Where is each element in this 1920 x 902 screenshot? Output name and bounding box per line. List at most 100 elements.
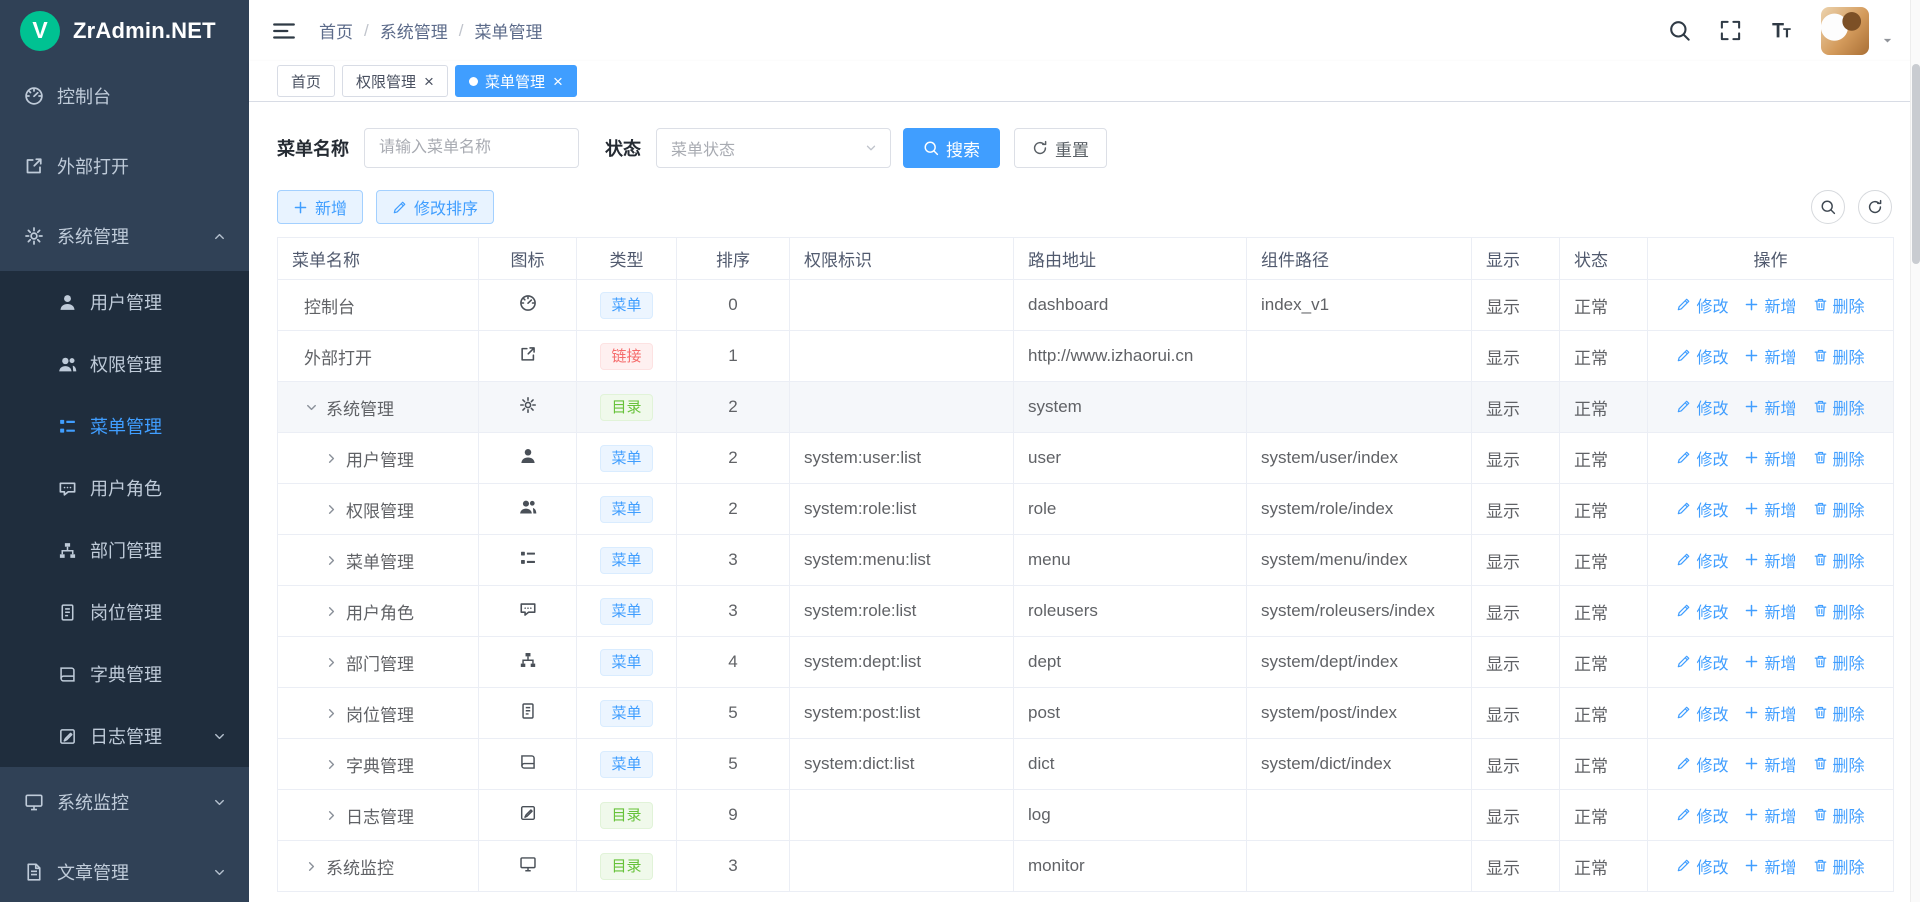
row-delete-button[interactable]: 删除 xyxy=(1813,293,1865,317)
reset-button[interactable]: 重置 xyxy=(1014,128,1107,168)
status-select[interactable]: 菜单状态 xyxy=(656,128,891,168)
chevron-right-icon[interactable] xyxy=(324,553,339,568)
sidebar-item-system[interactable]: 系统管理 xyxy=(0,201,249,271)
row-delete-button[interactable]: 删除 xyxy=(1813,599,1865,623)
chevron-right-icon[interactable] xyxy=(324,757,339,772)
row-add-button[interactable]: 新增 xyxy=(1744,344,1796,368)
add-button[interactable]: 新增 xyxy=(277,190,363,224)
sidebar-item-role[interactable]: 权限管理 xyxy=(0,333,249,395)
chevron-right-icon[interactable] xyxy=(324,706,339,721)
row-add-button[interactable]: 新增 xyxy=(1744,650,1796,674)
row-add-button[interactable]: 新增 xyxy=(1744,599,1796,623)
table-row[interactable]: 控制台菜单0dashboardindex_v1显示正常修改新增删除 xyxy=(278,280,1894,331)
breadcrumb-item[interactable]: 首页 xyxy=(319,18,353,43)
row-add-button[interactable]: 新增 xyxy=(1744,293,1796,317)
row-delete-button[interactable]: 删除 xyxy=(1813,344,1865,368)
app-logo[interactable]: V ZrAdmin.NET xyxy=(0,0,249,61)
table-search-button[interactable] xyxy=(1811,190,1845,224)
sidebar-item-user[interactable]: 用户管理 xyxy=(0,271,249,333)
chevron-right-icon[interactable] xyxy=(324,808,339,823)
row-edit-button[interactable]: 修改 xyxy=(1676,293,1728,317)
table-row[interactable]: 菜单管理菜单3system:menu:listmenusystem/menu/i… xyxy=(278,535,1894,586)
row-delete-button[interactable]: 删除 xyxy=(1813,803,1865,827)
row-delete-button[interactable]: 删除 xyxy=(1813,497,1865,521)
fullscreen-icon[interactable] xyxy=(1719,19,1742,42)
cell-name: 控制台 xyxy=(278,280,479,331)
breadcrumb-item[interactable]: 菜单管理 xyxy=(474,18,542,43)
sidebar-item-menu[interactable]: 菜单管理 xyxy=(0,395,249,457)
row-edit-button[interactable]: 修改 xyxy=(1676,497,1728,521)
chevron-right-icon[interactable] xyxy=(324,655,339,670)
sidebar-item-article[interactable]: 文章管理 xyxy=(0,837,249,902)
chevron-right-icon[interactable] xyxy=(304,859,319,874)
tab-role[interactable]: 权限管理× xyxy=(342,65,448,97)
row-edit-button[interactable]: 修改 xyxy=(1676,803,1728,827)
table-row[interactable]: 部门管理菜单4system:dept:listdeptsystem/dept/i… xyxy=(278,637,1894,688)
row-add-button[interactable]: 新增 xyxy=(1744,752,1796,776)
chevron-right-icon[interactable] xyxy=(324,451,339,466)
table-row[interactable]: 用户管理菜单2system:user:listusersystem/user/i… xyxy=(278,433,1894,484)
table-row[interactable]: 系统监控目录3monitor显示正常修改新增删除 xyxy=(278,841,1894,892)
search-icon[interactable] xyxy=(1668,19,1691,42)
sidebar-item-dept[interactable]: 部门管理 xyxy=(0,519,249,581)
row-add-button[interactable]: 新增 xyxy=(1744,548,1796,572)
row-delete-button[interactable]: 删除 xyxy=(1813,701,1865,725)
row-add-button[interactable]: 新增 xyxy=(1744,803,1796,827)
cell-perm xyxy=(790,790,1014,841)
row-add-button[interactable]: 新增 xyxy=(1744,395,1796,419)
row-delete-button[interactable]: 删除 xyxy=(1813,548,1865,572)
row-edit-button[interactable]: 修改 xyxy=(1676,650,1728,674)
row-delete-button[interactable]: 删除 xyxy=(1813,395,1865,419)
breadcrumb-item[interactable]: 系统管理 xyxy=(380,18,448,43)
row-add-button[interactable]: 新增 xyxy=(1744,854,1796,878)
table-row[interactable]: 权限管理菜单2system:role:listrolesystem/role/i… xyxy=(278,484,1894,535)
row-delete-button[interactable]: 删除 xyxy=(1813,446,1865,470)
row-delete-label: 删除 xyxy=(1833,854,1865,878)
sidebar-item-roleusers[interactable]: 用户角色 xyxy=(0,457,249,519)
sidebar-item-monitor[interactable]: 系统监控 xyxy=(0,767,249,837)
table-row[interactable]: 外部打开链接1http://www.izhaorui.cn显示正常修改新增删除 xyxy=(278,331,1894,382)
avatar-caret-icon[interactable] xyxy=(1881,34,1894,47)
row-add-button[interactable]: 新增 xyxy=(1744,446,1796,470)
row-edit-button[interactable]: 修改 xyxy=(1676,395,1728,419)
row-edit-button[interactable]: 修改 xyxy=(1676,752,1728,776)
row-add-button[interactable]: 新增 xyxy=(1744,701,1796,725)
tab-home[interactable]: 首页 xyxy=(277,65,335,97)
row-delete-button[interactable]: 删除 xyxy=(1813,854,1865,878)
table-row[interactable]: 日志管理目录9log显示正常修改新增删除 xyxy=(278,790,1894,841)
table-row[interactable]: 岗位管理菜单5system:post:listpostsystem/post/i… xyxy=(278,688,1894,739)
hamburger-icon[interactable] xyxy=(271,18,297,44)
scrollbar[interactable] xyxy=(1910,0,1920,902)
table-row[interactable]: 用户角色菜单3system:role:listroleuserssystem/r… xyxy=(278,586,1894,637)
chevron-right-icon[interactable] xyxy=(324,502,339,517)
sidebar-item-dict[interactable]: 字典管理 xyxy=(0,643,249,705)
tab-menu[interactable]: 菜单管理× xyxy=(455,65,577,97)
row-add-button[interactable]: 新增 xyxy=(1744,497,1796,521)
row-delete-button[interactable]: 删除 xyxy=(1813,752,1865,776)
table-row[interactable]: 字典管理菜单5system:dict:listdictsystem/dict/i… xyxy=(278,739,1894,790)
sidebar-item-log[interactable]: 日志管理 xyxy=(0,705,249,767)
row-delete-button[interactable]: 删除 xyxy=(1813,650,1865,674)
sidebar-item-post[interactable]: 岗位管理 xyxy=(0,581,249,643)
row-edit-button[interactable]: 修改 xyxy=(1676,599,1728,623)
sort-button[interactable]: 修改排序 xyxy=(376,190,494,224)
row-edit-button[interactable]: 修改 xyxy=(1676,701,1728,725)
row-edit-button[interactable]: 修改 xyxy=(1676,344,1728,368)
tab-close-icon[interactable]: × xyxy=(553,73,563,90)
row-edit-button[interactable]: 修改 xyxy=(1676,446,1728,470)
tab-close-icon[interactable]: × xyxy=(424,73,434,90)
avatar[interactable] xyxy=(1821,7,1869,55)
search-button[interactable]: 搜索 xyxy=(903,128,1000,168)
scrollbar-thumb[interactable] xyxy=(1912,64,1920,264)
sidebar-item-dashboard[interactable]: 控制台 xyxy=(0,61,249,131)
chevron-down-icon[interactable] xyxy=(304,400,319,415)
fontsize-icon[interactable] xyxy=(1770,19,1793,42)
sidebar-item-external[interactable]: 外部打开 xyxy=(0,131,249,201)
row-edit-button[interactable]: 修改 xyxy=(1676,548,1728,572)
chevron-right-icon[interactable] xyxy=(324,604,339,619)
breadcrumb: 首页/系统管理/菜单管理 xyxy=(319,18,542,43)
menu-name-input[interactable] xyxy=(364,128,579,168)
row-edit-button[interactable]: 修改 xyxy=(1676,854,1728,878)
table-row[interactable]: 系统管理目录2system显示正常修改新增删除 xyxy=(278,382,1894,433)
table-refresh-button[interactable] xyxy=(1858,190,1892,224)
